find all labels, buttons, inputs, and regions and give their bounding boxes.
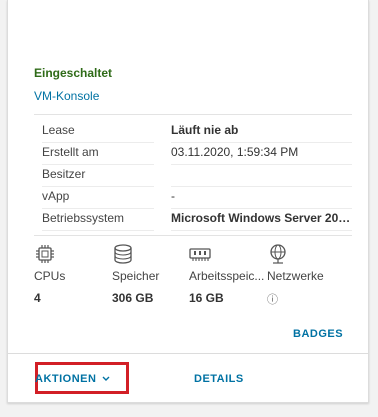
actions-dropdown-button[interactable]: AKTIONEN	[35, 373, 110, 385]
detail-value: Läuft nie ab	[171, 123, 239, 137]
detail-key: Betriebssystem	[42, 211, 125, 225]
metric-label: Speicher	[112, 269, 160, 283]
info-icon[interactable]: ⓘ	[267, 291, 278, 307]
vm-card: Eingeschaltet VM-Konsole Lease Läuft nie…	[7, 0, 369, 403]
actions-label: AKTIONEN	[35, 373, 97, 385]
metric-label: CPUs	[34, 269, 66, 283]
detail-key: vApp	[42, 189, 70, 203]
detail-key: Besitzer	[42, 167, 86, 181]
detail-value: -	[171, 189, 175, 203]
divider	[34, 235, 352, 236]
divider	[34, 114, 352, 115]
detail-value: 03.11.2020, 1:59:34 PM	[171, 145, 299, 159]
metric-label: Arbeitsspeic...	[189, 269, 265, 283]
details-button[interactable]: DETAILS	[194, 373, 244, 385]
vm-console-link[interactable]: VM-Konsole	[34, 89, 99, 103]
metric-value: 4	[34, 291, 41, 305]
chevron-down-icon	[102, 376, 110, 382]
badges-button[interactable]: BADGES	[293, 328, 343, 340]
detail-row-os: Betriebssystem Microsoft Windows Server …	[34, 211, 352, 231]
detail-key: Lease	[42, 123, 75, 137]
metric-label: Netzwerke	[267, 269, 324, 283]
footer-divider	[8, 353, 368, 354]
metric-value: 16 GB	[189, 291, 224, 305]
metric-value: 306 GB	[112, 291, 154, 305]
detail-row-lease: Lease Läuft nie ab	[34, 123, 352, 143]
detail-key: Erstellt am	[42, 145, 99, 159]
power-status: Eingeschaltet	[34, 66, 113, 80]
detail-row-created: Erstellt am 03.11.2020, 1:59:34 PM	[34, 145, 352, 165]
network-icon	[270, 244, 286, 264]
cpu-icon	[36, 245, 54, 263]
database-icon	[114, 244, 132, 264]
detail-value: Microsoft Windows Server 201...	[171, 211, 351, 225]
detail-row-owner: Besitzer	[34, 167, 352, 187]
memory-icon	[189, 248, 211, 261]
detail-row-vapp: vApp -	[34, 189, 352, 209]
